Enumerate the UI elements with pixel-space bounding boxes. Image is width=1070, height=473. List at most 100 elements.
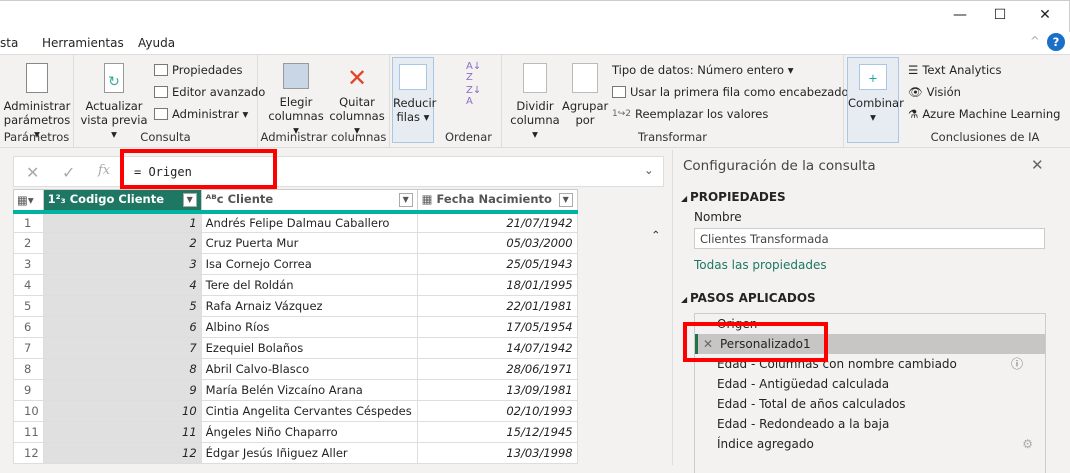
row-number[interactable]: 8 — [13, 358, 44, 380]
table-row[interactable]: 12 12 Édgar Jesús Iñiguez Aller 13/03/1998 — [13, 442, 578, 464]
info-icon[interactable]: ⓘ — [1011, 354, 1023, 374]
applied-steps-section[interactable]: ◢ PASOS APLICADOS — [681, 291, 816, 305]
table-row[interactable]: 11 11 Ángeles Niño Chaparro 15/12/1945 — [13, 421, 578, 443]
tab-vista[interactable]: sta — [0, 36, 18, 50]
azure-ml-button[interactable]: ⚗ Azure Machine Learning — [908, 107, 1060, 121]
cliente-cell[interactable]: María Belén Vizcaíno Arana — [200, 379, 418, 401]
row-number[interactable]: 2 — [13, 232, 44, 254]
manage-button[interactable]: Administrar ▾ — [154, 107, 248, 121]
expand-chevron-icon[interactable]: ⌄ — [644, 163, 654, 177]
vision-button[interactable]: 👁 Visión — [908, 85, 961, 99]
codigo-cell[interactable]: 2 — [42, 232, 202, 254]
column-header-fecha[interactable]: ▦ Fecha Nacimiento ▼ — [416, 189, 578, 214]
step-item[interactable]: Índice agregado ⚙ — [695, 434, 1045, 454]
fecha-cell[interactable]: 13/09/1981 — [416, 379, 578, 401]
table-row[interactable]: 8 8 Abril Calvo-Blasco 28/06/1971 — [13, 358, 578, 380]
column-header-codigo[interactable]: 1²₃ Codigo Cliente ▼ — [42, 189, 202, 214]
cliente-cell[interactable]: Tere del Roldán — [200, 274, 418, 296]
text-analytics-button[interactable]: ☰ Text Analytics — [908, 63, 1001, 77]
replace-values-button[interactable]: 1↪2 Reemplazar los valores — [612, 107, 768, 121]
codigo-cell[interactable]: 4 — [42, 274, 202, 296]
filter-dropdown-icon[interactable]: ▼ — [558, 193, 573, 208]
table-row[interactable]: 1 1 Andrés Felipe Dalmau Caballero 21/07/19… — [13, 211, 578, 233]
tab-herramientas[interactable]: Herramientas — [42, 36, 124, 50]
fecha-cell[interactable]: 05/03/2000 — [416, 232, 578, 254]
properties-button[interactable]: Propiedades — [154, 63, 243, 77]
codigo-cell[interactable]: 9 — [42, 379, 202, 401]
codigo-cell[interactable]: 6 — [42, 316, 202, 338]
advanced-editor-button[interactable]: Editor avanzado — [154, 85, 265, 99]
fecha-cell[interactable]: 14/07/1942 — [416, 337, 578, 359]
row-number[interactable]: 12 — [13, 442, 44, 464]
row-number[interactable]: 3 — [13, 253, 44, 275]
codigo-cell[interactable]: 11 — [42, 421, 202, 443]
fecha-cell[interactable]: 13/03/1998 — [416, 442, 578, 464]
codigo-cell[interactable]: 7 — [42, 337, 202, 359]
cliente-cell[interactable]: Ángeles Niño Chaparro — [200, 421, 418, 443]
fecha-cell[interactable]: 21/07/1942 — [416, 211, 578, 233]
table-menu-icon[interactable]: ▦▾ — [13, 189, 44, 214]
codigo-cell[interactable]: 1 — [42, 211, 202, 233]
collapse-ribbon-icon[interactable]: ^ — [1030, 34, 1040, 48]
fecha-cell[interactable]: 25/05/1943 — [416, 253, 578, 275]
vertical-scrollbar[interactable]: ⌃ — [648, 228, 664, 465]
tab-ayuda[interactable]: Ayuda — [138, 36, 175, 50]
cliente-cell[interactable]: Isa Cornejo Correa — [200, 253, 418, 275]
step-item[interactable]: Edad - Total de años calculados — [695, 394, 1045, 414]
codigo-cell[interactable]: 3 — [42, 253, 202, 275]
step-item[interactable]: Edad - Redondeado a la baja — [695, 414, 1045, 434]
cliente-cell[interactable]: Rafa Arnaiz Vázquez — [200, 295, 418, 317]
table-row[interactable]: 7 7 Ezequiel Bolaños 14/07/1942 — [13, 337, 578, 359]
step-item[interactable]: Edad - Antigüedad calculada — [695, 374, 1045, 394]
group-by-button[interactable]: Agrupar por — [562, 63, 608, 127]
help-icon[interactable]: ? — [1047, 33, 1065, 51]
close-button[interactable]: ✕ — [1035, 7, 1055, 27]
table-row[interactable]: 6 6 Albino Ríos 17/05/1954 — [13, 316, 578, 338]
remove-columns-button[interactable]: ✕ Quitar columnas ▾ — [328, 63, 386, 137]
properties-section[interactable]: ◢ PROPIEDADES — [681, 190, 786, 204]
scroll-up-icon[interactable]: ⌃ — [651, 228, 661, 242]
row-number[interactable]: 5 — [13, 295, 44, 317]
codigo-cell[interactable]: 5 — [42, 295, 202, 317]
data-type-dropdown[interactable]: Tipo de datos: Número entero ▾ — [612, 63, 794, 77]
query-name-input[interactable]: Clientes Transformada — [694, 228, 1045, 249]
filter-dropdown-icon[interactable]: ▼ — [398, 193, 413, 208]
cliente-cell[interactable]: Abril Calvo-Blasco — [200, 358, 418, 380]
fecha-cell[interactable]: 28/06/1971 — [416, 358, 578, 380]
column-header-cliente[interactable]: ᴬᴮc Cliente ▼ — [200, 189, 418, 214]
table-row[interactable]: 2 2 Cruz Puerta Mur 05/03/2000 — [13, 232, 578, 254]
reduce-rows-button[interactable]: Reducir filas ▾ — [392, 57, 436, 143]
fecha-cell[interactable]: 22/01/1981 — [416, 295, 578, 317]
fecha-cell[interactable]: 18/01/1995 — [416, 274, 578, 296]
cliente-cell[interactable]: Édgar Jesús Iñiguez Aller — [200, 442, 418, 464]
row-number[interactable]: 6 — [13, 316, 44, 338]
row-number[interactable]: 7 — [13, 337, 44, 359]
cliente-cell[interactable]: Andrés Felipe Dalmau Caballero — [200, 211, 418, 233]
cliente-cell[interactable]: Ezequiel Bolaños — [200, 337, 418, 359]
maximize-button[interactable]: ☐ — [990, 7, 1010, 27]
row-number[interactable]: 4 — [13, 274, 44, 296]
codigo-cell[interactable]: 10 — [42, 400, 202, 422]
gear-icon[interactable]: ⚙ — [1022, 434, 1033, 454]
cliente-cell[interactable]: Cruz Puerta Mur — [200, 232, 418, 254]
table-row[interactable]: 5 5 Rafa Arnaiz Vázquez 22/01/1981 — [13, 295, 578, 317]
first-row-header-button[interactable]: Usar la primera fila como encabezado ▾ — [612, 85, 858, 99]
row-number[interactable]: 9 — [13, 379, 44, 401]
sort-ascending-icon[interactable]: A↓ Z — [466, 61, 481, 83]
cliente-cell[interactable]: Albino Ríos — [200, 316, 418, 338]
minimize-button[interactable]: — — [950, 7, 970, 27]
cancel-icon[interactable]: ✕ — [26, 163, 39, 182]
all-properties-link[interactable]: Todas las propiedades — [694, 258, 827, 272]
combine-button[interactable]: + Combinar ▾ — [847, 57, 904, 143]
choose-columns-button[interactable]: Elegir columnas ▾ — [268, 63, 324, 137]
table-row[interactable]: 9 9 María Belén Vizcaíno Arana 13/09/1981 — [13, 379, 578, 401]
table-row[interactable]: 3 3 Isa Cornejo Correa 25/05/1943 — [13, 253, 578, 275]
row-number[interactable]: 11 — [13, 421, 44, 443]
codigo-cell[interactable]: 12 — [42, 442, 202, 464]
table-row[interactable]: 4 4 Tere del Roldán 18/01/1995 — [13, 274, 578, 296]
fecha-cell[interactable]: 17/05/1954 — [416, 316, 578, 338]
fecha-cell[interactable]: 02/10/1993 — [416, 400, 578, 422]
cliente-cell[interactable]: Cintia Angelita Cervantes Céspedes — [200, 400, 418, 422]
check-icon[interactable]: ✓ — [62, 163, 75, 182]
filter-dropdown-icon[interactable]: ▼ — [182, 193, 197, 208]
